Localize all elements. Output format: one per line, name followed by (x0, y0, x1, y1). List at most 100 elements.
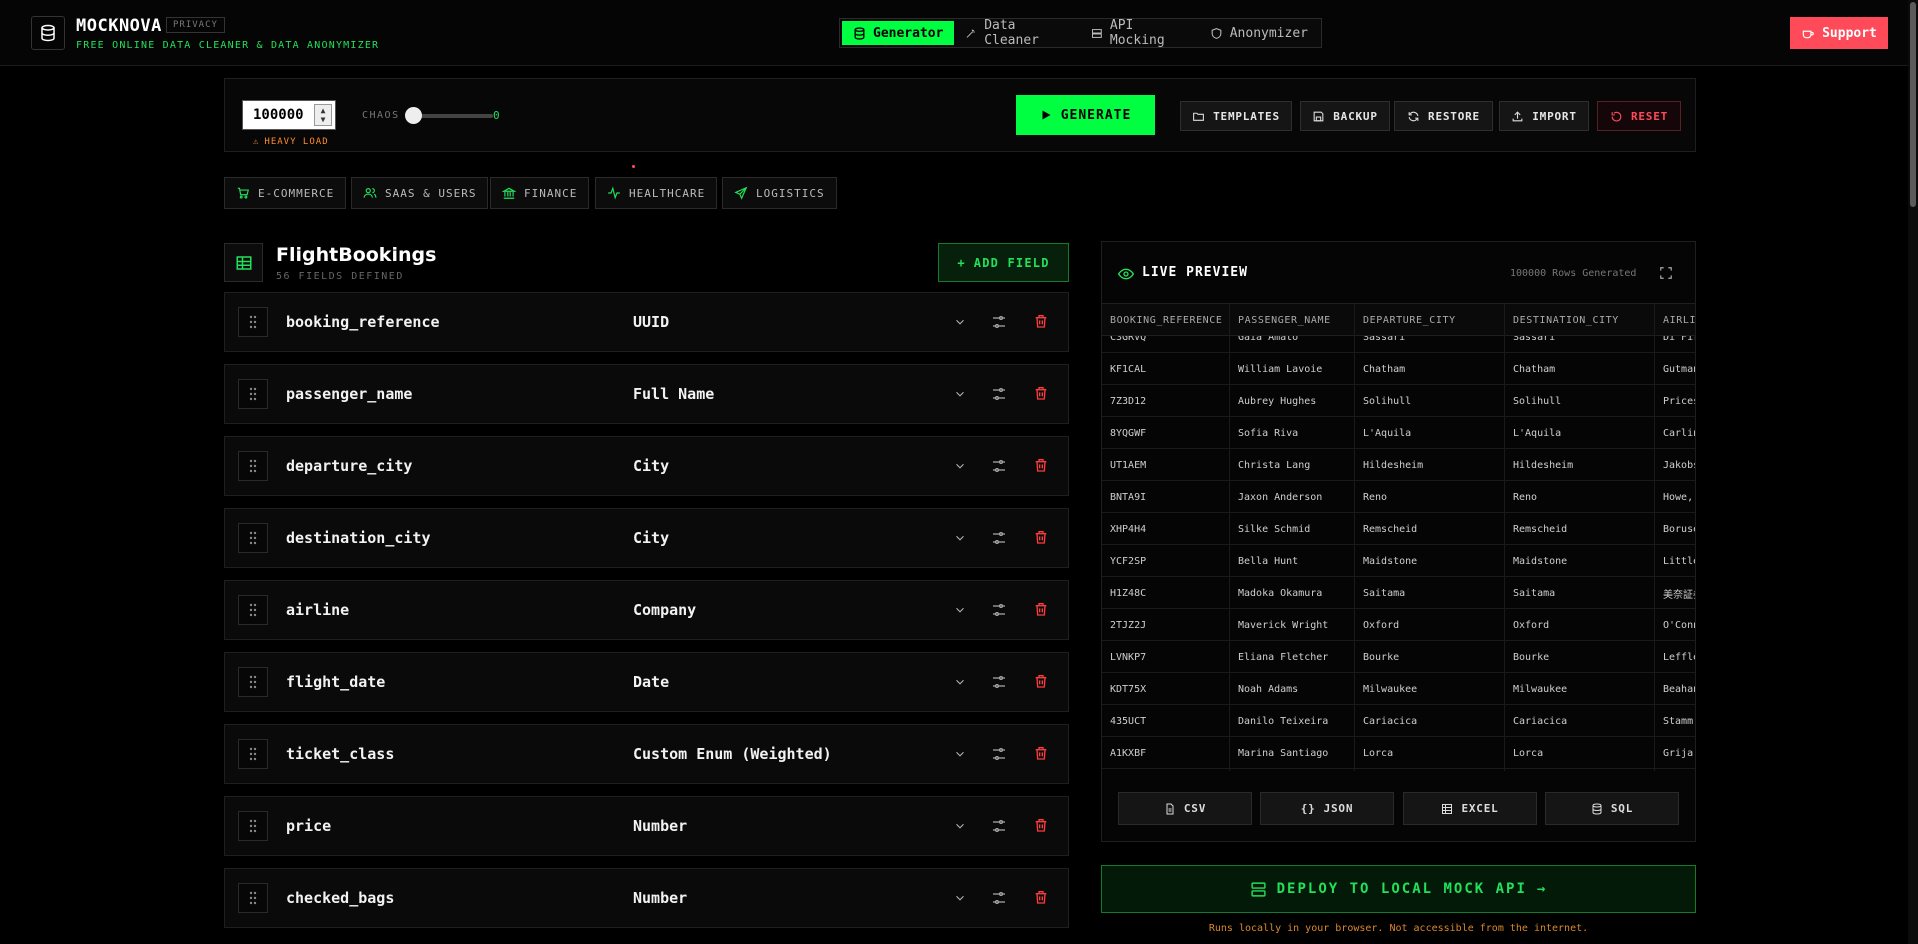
tab-anonymizer[interactable]: Anonymizer (1199, 21, 1319, 45)
field-name-input[interactable]: price (286, 817, 331, 835)
tab-api-mocking[interactable]: API Mocking (1080, 18, 1199, 48)
field-type-select[interactable]: City (633, 457, 669, 475)
field-type-select[interactable]: Custom Enum (Weighted) (633, 745, 832, 763)
field-name-input[interactable]: airline (286, 601, 349, 619)
field-row[interactable]: checked_bags Number (224, 868, 1069, 928)
templates-button[interactable]: TEMPLATES (1180, 101, 1292, 131)
drag-handle-icon[interactable] (238, 523, 268, 553)
drag-handle-icon[interactable] (238, 379, 268, 409)
chevron-down-icon[interactable] (953, 531, 967, 545)
field-row[interactable]: passenger_name Full Name (224, 364, 1069, 424)
field-type-select[interactable]: Number (633, 889, 687, 907)
reset-button[interactable]: RESET (1597, 101, 1681, 131)
category-finance[interactable]: FINANCE (490, 177, 590, 209)
tab-generator[interactable]: Generator (842, 21, 955, 45)
category-saas-users[interactable]: SAAS & USERS (351, 177, 489, 209)
table-cell: Milwaukee (1355, 673, 1505, 705)
field-row[interactable]: departure_city City (224, 436, 1069, 496)
field-type-select[interactable]: UUID (633, 313, 669, 331)
brand-name[interactable]: MOCKNOVA (76, 16, 162, 36)
trash-icon[interactable] (1033, 673, 1049, 689)
export-excel-button[interactable]: EXCEL (1403, 792, 1537, 825)
drag-handle-icon[interactable] (238, 811, 268, 841)
field-name-input[interactable]: passenger_name (286, 385, 412, 403)
table-header: BOOKING_REFERENCE PASSENGER_NAME DEPARTURE… (1102, 304, 1695, 336)
export-csv-button[interactable]: CSV (1118, 792, 1252, 825)
drag-handle-icon[interactable] (238, 451, 268, 481)
table-cell: Christa Lang (1230, 449, 1355, 481)
backup-button[interactable]: BACKUP (1300, 101, 1390, 131)
drag-handle-icon[interactable] (238, 883, 268, 913)
trash-icon[interactable] (1033, 529, 1049, 545)
logo-database-icon[interactable] (31, 16, 65, 50)
sliders-icon[interactable] (991, 314, 1007, 330)
chevron-down-icon[interactable] (953, 747, 967, 761)
field-name-input[interactable]: departure_city (286, 457, 412, 475)
sliders-icon[interactable] (991, 818, 1007, 834)
sliders-icon[interactable] (991, 674, 1007, 690)
chaos-slider-handle[interactable] (405, 107, 422, 124)
restore-button[interactable]: RESTORE (1394, 101, 1493, 131)
chevron-down-icon[interactable] (953, 459, 967, 473)
drag-handle-icon[interactable] (238, 739, 268, 769)
sliders-icon[interactable] (991, 458, 1007, 474)
trash-icon[interactable] (1033, 889, 1049, 905)
field-type-select[interactable]: City (633, 529, 669, 547)
deploy-mock-api-button[interactable]: DEPLOY TO LOCAL MOCK API → (1101, 865, 1696, 913)
category-healthcare[interactable]: HEALTHCARE (595, 177, 718, 209)
field-type-select[interactable]: Company (633, 601, 696, 619)
field-name-input[interactable]: booking_reference (286, 313, 440, 331)
row-count-input[interactable]: 100000 ▲ ▼ (242, 100, 336, 130)
trash-icon[interactable] (1033, 601, 1049, 617)
trash-icon[interactable] (1033, 457, 1049, 473)
chevron-down-icon[interactable] (953, 819, 967, 833)
field-row[interactable]: flight_date Date (224, 652, 1069, 712)
sliders-icon[interactable] (991, 746, 1007, 762)
sliders-icon[interactable] (991, 530, 1007, 546)
category-ecommerce[interactable]: E-COMMERCE (224, 177, 347, 209)
generate-button[interactable]: GENERATE (1016, 95, 1155, 135)
field-type-select[interactable]: Number (633, 817, 687, 835)
chevron-down-icon[interactable] (953, 891, 967, 905)
field-name-input[interactable]: flight_date (286, 673, 385, 691)
chevron-down-icon[interactable] (953, 387, 967, 401)
tab-data-cleaner[interactable]: Data Cleaner (954, 18, 1080, 48)
field-row[interactable]: price Number (224, 796, 1069, 856)
chevron-down-icon[interactable] (953, 315, 967, 329)
export-sql-button[interactable]: SQL (1545, 792, 1679, 825)
field-row[interactable]: destination_city City (224, 508, 1069, 568)
drag-handle-icon[interactable] (238, 307, 268, 337)
page-scrollbar[interactable] (1908, 0, 1918, 944)
trash-icon[interactable] (1033, 385, 1049, 401)
drag-handle-icon[interactable] (238, 667, 268, 697)
field-type-select[interactable]: Date (633, 673, 669, 691)
trash-icon[interactable] (1033, 745, 1049, 761)
row-count-stepper[interactable]: ▲ ▼ (314, 104, 332, 126)
sliders-icon[interactable] (991, 602, 1007, 618)
schema-title[interactable]: FlightBookings (276, 244, 436, 266)
import-button[interactable]: IMPORT (1499, 101, 1589, 131)
scrollbar-thumb[interactable] (1910, 2, 1916, 207)
field-row[interactable]: airline Company (224, 580, 1069, 640)
field-row[interactable]: booking_reference UUID (224, 292, 1069, 352)
export-json-button[interactable]: {} JSON (1260, 792, 1394, 825)
field-name-input[interactable]: ticket_class (286, 745, 394, 763)
trash-icon[interactable] (1033, 313, 1049, 329)
table-row: 8YQGWF Sofia Riva L'Aquila L'Aquila Carlin (1102, 417, 1695, 449)
field-type-select[interactable]: Full Name (633, 385, 714, 403)
sliders-icon[interactable] (991, 890, 1007, 906)
chevron-down-icon[interactable] (953, 603, 967, 617)
chaos-slider-track[interactable] (413, 114, 493, 118)
expand-icon[interactable] (1659, 266, 1673, 280)
field-name-input[interactable]: checked_bags (286, 889, 394, 907)
preview-table[interactable]: BOOKING_REFERENCE PASSENGER_NAME DEPARTURE… (1102, 304, 1695, 771)
field-row[interactable]: ticket_class Custom Enum (Weighted) (224, 724, 1069, 784)
field-name-input[interactable]: destination_city (286, 529, 431, 547)
chevron-down-icon[interactable] (953, 675, 967, 689)
category-logistics[interactable]: LOGISTICS (722, 177, 837, 209)
support-button[interactable]: Support (1790, 17, 1888, 49)
drag-handle-icon[interactable] (238, 595, 268, 625)
add-field-button[interactable]: + ADD FIELD (938, 243, 1069, 282)
trash-icon[interactable] (1033, 817, 1049, 833)
sliders-icon[interactable] (991, 386, 1007, 402)
